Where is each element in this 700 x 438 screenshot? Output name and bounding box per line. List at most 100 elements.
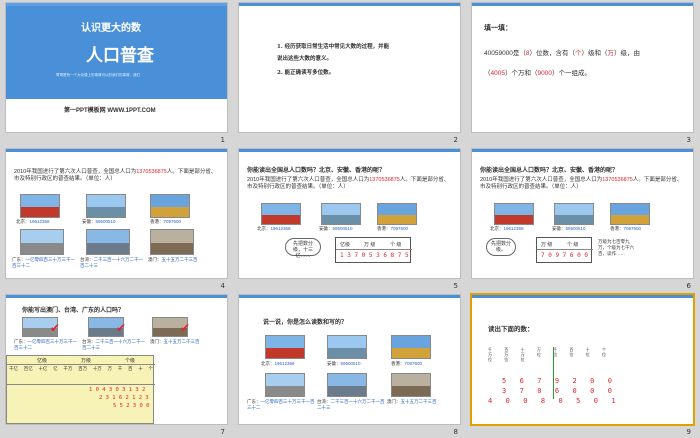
header-wan: 万 级 (541, 242, 553, 248)
caption-value: 19612368 (270, 226, 291, 231)
photo-anhui (86, 194, 126, 218)
digit-row: 7 0 9 7 6 0 0 (541, 252, 588, 259)
caption-value: 五十五万二千三百 (161, 257, 198, 262)
slide-thumbnail-5[interactable]: 你能读出全国总人口数吗？北京、安徽、香港的呢？ 2010年我国进行了第六次人口普… (239, 149, 460, 278)
slide-thumbnail-2[interactable]: 1. 经历获取日常生活中常见大数的过程，并能 说出这些大数的意义。 2. 能正确… (239, 3, 460, 132)
top-band (6, 295, 227, 298)
col-header: 十万 (92, 366, 102, 371)
caption-label: 澳门： (148, 257, 162, 262)
digit-row-guangdong: 1 0 4 3 0 3 1 3 2 (89, 387, 146, 393)
caption-value: 五十五万二千三百 (400, 399, 437, 404)
slide-cell-4[interactable]: 2010年我国进行了第六次人口普查，全国总人口为1370536875人。下面是部… (0, 146, 233, 292)
col-header: 千万 (63, 366, 73, 371)
header-yi: 亿级 (37, 358, 48, 364)
caption-beijing: 北京：19612368 (257, 226, 291, 232)
speech-bubble: 先把数分级。 (486, 238, 516, 256)
slide9-heading: 读出下面的数： (488, 326, 534, 333)
photo-beijing (20, 194, 60, 218)
top-band (239, 149, 460, 152)
caption-anhui: 安徽：59500510 (82, 219, 116, 225)
photo-hongkong (377, 203, 417, 225)
caption-hongkong: 香港：7097600 (377, 226, 408, 232)
slide-thumbnail-6[interactable]: 你能读出全国总人口数吗？北京、安徽、香港的呢？ 2010年我国进行了第六次人口普… (472, 149, 693, 278)
caption-beijing: 北京：19612368 (261, 361, 295, 367)
slide-number-8: 8 (453, 428, 458, 436)
col-header: 千 (117, 366, 123, 371)
slide-thumbnail-9[interactable]: 读出下面的数： 千万位 百万位 十万位 万位 千位 百位 十位 个位 5 6 7… (470, 293, 695, 426)
caption-label: 安徽： (552, 226, 566, 231)
slide-cell-1[interactable]: 认识更大的数 人口普查 哥哥是有一个大功课上的事情可以的我们的事情，我们 第一P… (0, 0, 233, 146)
slide-thumbnail-7[interactable]: 你能写出澳门、台湾、广东的人口吗？ ✔ ✔ ✔ 广东：一亿零四百三十万三千一百三… (6, 295, 227, 424)
slide5-question: 你能读出全国总人口数吗？北京、安徽、香港的呢？ (247, 168, 386, 174)
number-row-2: 3 7 0 6 0 0 0 (502, 387, 617, 395)
col-header: 个 (148, 366, 153, 371)
slide-cell-7[interactable]: 你能写出澳门、台湾、广东的人口吗？ ✔ ✔ ✔ 广东：一亿零四百三十万三千一百三… (0, 292, 233, 438)
caption-value: 59500510 (340, 361, 361, 366)
slide6-question: 你能读出全国总人口数吗？北京、安徽、香港的呢？ (480, 168, 619, 174)
col-label: 千位 (553, 347, 558, 357)
digit-row-macau: 5 5 2 3 0 0 (113, 403, 150, 409)
header-ge: 个 级 (567, 242, 579, 248)
caption-value: 59500510 (95, 219, 116, 224)
col-header: 万 (107, 366, 113, 371)
caption-value: 59500510 (565, 226, 586, 231)
divider (7, 364, 155, 365)
photo-anhui (327, 335, 367, 359)
caption-label: 北京： (490, 226, 504, 231)
col-header: 亿 (53, 366, 58, 371)
slide1-title-main: 人口普查 (86, 46, 154, 65)
col-header: 百万 (78, 366, 88, 371)
slide-number-5: 5 (453, 282, 458, 290)
place-value-table: 万 级 个 级 7 0 9 7 6 0 0 (536, 237, 593, 263)
slide3-l1-mid2: ）级和（ (581, 50, 608, 57)
col-label: 十万位 (520, 347, 525, 362)
photo-guangdong (265, 373, 305, 397)
slide-thumbnail-3[interactable]: 填一填： 40059000是（8）位数，含有（个）级和（万）级，由 （4005）… (472, 3, 693, 132)
slide3-answer-5: 9000 (537, 70, 552, 77)
slide-number-1: 1 (220, 136, 225, 144)
column-header-row: 千亿 百亿 十亿 亿 千万 百万 十万 万 千 百 十 个 (9, 366, 153, 371)
slide-thumbnail-1[interactable]: 认识更大的数 人口普查 哥哥是有一个大功课上的事情可以的我们的事情，我们 第一P… (6, 3, 227, 132)
caption-label: 香港： (610, 226, 624, 231)
slide6-intro-pre: 2010年我国进行了第六次人口普查，全国总人口为 (480, 177, 603, 183)
photo-hongkong (391, 335, 431, 359)
slide-cell-2[interactable]: 1. 经历获取日常生活中常见大数的过程，并能 说出这些大数的意义。 2. 能正确… (233, 0, 466, 146)
slide2-line-3: 2. 能正确读写多位数。 (277, 70, 335, 76)
photo-taiwan (327, 373, 367, 397)
top-band (472, 149, 693, 152)
slide2-line-2: 说出这些大数的意义。 (277, 56, 333, 62)
col-header: 百亿 (23, 366, 33, 371)
slide-cell-5[interactable]: 你能读出全国总人口数吗？北京、安徽、香港的呢？ 2010年我国进行了第六次人口普… (233, 146, 466, 292)
slide-thumbnail-4[interactable]: 2010年我国进行了第六次人口普查，全国总人口为1370536875人。下面是部… (6, 149, 227, 278)
slide4-intro-number: 1370536875 (136, 169, 167, 175)
caption-label: 台湾： (317, 399, 331, 404)
col-label: 千万位 (488, 347, 492, 362)
slide-cell-9[interactable]: 读出下面的数： 千万位 百万位 十万位 万位 千位 百位 十位 个位 5 6 7… (466, 292, 699, 438)
caption-anhui: 安徽：59500510 (552, 226, 586, 232)
check-mark-icon: ✔ (180, 321, 191, 335)
slide-cell-6[interactable]: 你能读出全国总人口数吗？北京、安徽、香港的呢？ 2010年我国进行了第六次人口普… (466, 146, 699, 292)
top-band (239, 3, 460, 6)
caption-value: 7097600 (390, 226, 409, 231)
divider (537, 249, 593, 250)
slide-cell-8[interactable]: 说一说，你是怎么读数和写的？ 北京：19612368 安徽：59500510 香… (233, 292, 466, 438)
caption-label: 香港： (391, 361, 405, 366)
header-ge: 个级 (125, 358, 136, 364)
photo-macau (150, 229, 194, 255)
divider (7, 384, 155, 385)
photo-taiwan (86, 229, 130, 255)
slide3-l2-mid: ）个万和（ (504, 70, 538, 77)
col-label: 百万位 (504, 347, 509, 362)
slide8-question: 说一说，你是怎么读数和写的？ (263, 320, 348, 326)
caption-macau: 澳门：五十五万二千三百 (387, 399, 455, 405)
caption-label: 北京： (261, 361, 275, 366)
photo-beijing (494, 203, 534, 225)
slide-thumbnail-8[interactable]: 说一说，你是怎么读数和写的？ 北京：19612368 安徽：59500510 香… (239, 295, 460, 424)
slide4-intro-pre: 2010年我国进行了第六次人口普查，全国总人口为 (14, 169, 137, 175)
caption-value: 19612368 (274, 361, 295, 366)
header-wan: 万级 (81, 358, 92, 364)
caption-macau: 澳门：五十五万二千三百 (150, 339, 214, 345)
caption-guangdong: 广东：一亿零四百三十万三千一百三十二 (247, 399, 315, 411)
slide-cell-3[interactable]: 填一填： 40059000是（8）位数，含有（个）级和（万）级，由 （4005）… (466, 0, 699, 146)
caption-macau: 澳门：五十五万二千三百 (148, 257, 214, 263)
